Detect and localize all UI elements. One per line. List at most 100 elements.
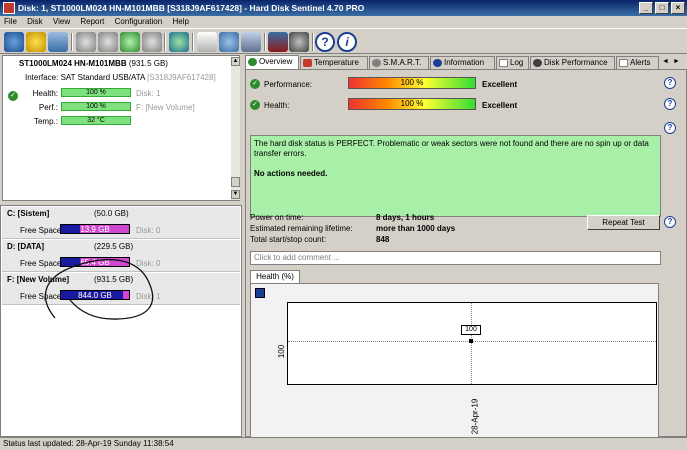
tab-temperature[interactable]: Temperature — [300, 56, 368, 69]
menu-file[interactable]: File — [0, 16, 21, 28]
app-window: Disk: 1, ST1000LM024 HN-M101MBB [S318J9A… — [0, 0, 687, 450]
free-space-label: Free Space — [20, 226, 62, 235]
lifetime-label: Estimated remaining lifetime: — [250, 224, 353, 233]
partition-name: F: [New Volume] — [7, 275, 70, 284]
refresh-icon[interactable] — [4, 32, 24, 52]
tab-log[interactable]: Log — [496, 56, 529, 69]
partition-size: (50.0 GB) — [94, 209, 129, 218]
app-icon — [3, 2, 15, 14]
partition-disk: Disk: 0 — [136, 226, 161, 235]
health-chart: 100 100 28-Apr-19 — [250, 283, 659, 438]
scroll-up-icon[interactable]: ▲ — [231, 57, 240, 66]
menu-help[interactable]: Help — [168, 16, 192, 28]
partition-name: C: [Sistem] — [7, 209, 50, 218]
tab-information[interactable]: Information — [430, 56, 495, 69]
minimize-button[interactable]: _ — [639, 2, 653, 14]
short-test-icon[interactable] — [120, 32, 140, 52]
check-icon — [248, 58, 257, 66]
data-label: 100 — [461, 325, 481, 335]
check-icon: ✓ — [250, 79, 260, 89]
toolbar-separator — [264, 33, 266, 51]
serial-number: [S318J9AF617428] — [147, 73, 216, 82]
menu-configuration[interactable]: Configuration — [111, 16, 167, 28]
partition-disk: Disk: 1 — [136, 292, 161, 301]
perf-label: Perf.: — [38, 103, 58, 112]
tab-health-chart[interactable]: Health (%) — [250, 270, 300, 283]
extended-test-icon[interactable] — [142, 32, 162, 52]
help-icon[interactable]: ? — [664, 122, 676, 134]
tab-disk-performance[interactable]: Disk Performance — [530, 56, 615, 69]
interface-label: Interface: — [25, 73, 59, 82]
monitor-icon[interactable] — [268, 32, 288, 52]
interface-value: SAT Standard USB/ATA — [60, 73, 145, 82]
help-icon[interactable]: ? — [664, 77, 676, 89]
lifetime-row: Estimated remaining lifetime: more than … — [250, 224, 455, 233]
disk-model: ST1000LM024 HN-M101MBB — [19, 59, 127, 68]
globe-icon[interactable] — [169, 32, 189, 52]
sync-icon[interactable] — [219, 32, 239, 52]
scroll-thumb[interactable] — [231, 177, 240, 187]
tab-smart[interactable]: S.M.A.R.T. — [369, 56, 429, 69]
startstop-label: Total start/stop count: — [250, 235, 327, 244]
disk-info-panel[interactable]: ST1000LM024 HN-M101MBB (931.5 GB) Interf… — [2, 55, 240, 201]
partition-item[interactable]: F: [New Volume] (931.5 GB) Free Space 84… — [2, 273, 240, 305]
scroll-down-icon[interactable]: ▼ — [231, 190, 240, 199]
power-on-label: Power on time: — [250, 213, 304, 222]
free-space-label: Free Space — [20, 292, 62, 301]
tab-scroll-left-icon[interactable]: ◄ — [662, 58, 669, 65]
free-space-bar: 65.4 GB — [60, 257, 130, 267]
repeat-test-button[interactable]: Repeat Test — [587, 215, 660, 230]
tab-label: Disk Performance — [544, 58, 608, 67]
settings-icon[interactable] — [241, 32, 261, 52]
comment-input[interactable]: Click to add comment ... — [250, 251, 661, 265]
partition-item[interactable]: D: [DATA] (229.5 GB) Free Space 65.4 GB … — [2, 240, 240, 272]
status-bar: Status last updated: 28-Apr-19 Sunday 11… — [0, 437, 687, 450]
tab-strip: Overview Temperature S.M.A.R.T. Informat… — [245, 55, 687, 70]
tab-scroll-right-icon[interactable]: ► — [673, 58, 680, 65]
info-icon[interactable]: i — [337, 32, 357, 52]
disk-name: ST1000LM024 HN-M101MBB (931.5 GB) — [19, 59, 168, 68]
toolbar-separator — [71, 33, 73, 51]
tab-alerts[interactable]: Alerts — [616, 56, 659, 69]
right-pane: Overview Temperature S.M.A.R.T. Informat… — [245, 55, 687, 438]
help-icon[interactable]: ? — [315, 32, 335, 52]
tab-label: Information — [444, 58, 485, 67]
free-space-bar: 844.0 GB — [60, 290, 130, 300]
tab-overview[interactable]: Overview — [245, 55, 299, 70]
tab-label: Log — [510, 58, 524, 67]
document-icon[interactable] — [197, 32, 217, 52]
test-icon[interactable] — [76, 32, 96, 52]
status-description: The hard disk status is PERFECT. Problem… — [250, 135, 661, 217]
health-bar: 100 % — [348, 98, 476, 110]
toolbar-separator — [312, 33, 314, 51]
menu-view[interactable]: View — [49, 16, 74, 28]
power-on-value: 8 days, 1 hours — [376, 213, 435, 222]
data-point — [469, 339, 473, 343]
perf-extra: F: [New Volume] — [136, 103, 195, 112]
y-tick-label: 100 — [277, 344, 287, 359]
speaker-icon[interactable] — [289, 32, 309, 52]
help-icon[interactable]: ? — [664, 216, 676, 228]
menu-report[interactable]: Report — [76, 16, 108, 28]
tab-label: Overview — [259, 57, 293, 66]
close-button[interactable]: × — [671, 2, 685, 14]
disk-size: (931.5 GB) — [128, 59, 168, 68]
toolbar-separator — [164, 33, 166, 51]
help-icon[interactable]: ? — [664, 98, 676, 110]
performance-bar: 100 % — [348, 77, 476, 89]
alert-icon[interactable] — [26, 32, 46, 52]
maximize-button[interactable]: □ — [655, 2, 669, 14]
window-title: Disk: 1, ST1000LM024 HN-M101MBB [S318J9A… — [18, 3, 365, 13]
surface-test-icon[interactable] — [98, 32, 118, 52]
disk-list-scrollbar[interactable]: ▲ ▼ — [231, 57, 240, 200]
save-icon[interactable] — [255, 288, 265, 298]
partition-item[interactable]: C: [Sistem] (50.0 GB) Free Space 13.9 GB… — [2, 207, 240, 239]
performance-rating: Excellent — [482, 80, 518, 89]
actions-text: No actions needed. — [254, 169, 328, 178]
report-icon[interactable] — [48, 32, 68, 52]
health-bar: 100 % — [61, 88, 131, 97]
menu-disk[interactable]: Disk — [23, 16, 47, 28]
thermometer-icon — [303, 59, 312, 67]
free-space-bar: 13.9 GB — [60, 224, 130, 234]
grid-line — [471, 303, 472, 384]
